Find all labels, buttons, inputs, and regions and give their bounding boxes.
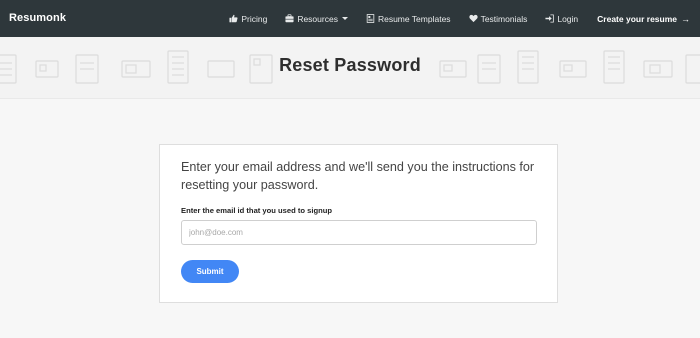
nav-item-resume-templates[interactable]: Resume Templates [366,14,451,24]
nav-item-login[interactable]: Login [545,14,578,24]
nav-item-testimonials[interactable]: Testimonials [468,13,528,24]
nav-menu: Pricing Resources Resume Templates Testi… [211,0,690,37]
nav-label-login: Login [557,13,579,24]
briefcase-icon [285,14,294,23]
email-field[interactable] [181,220,537,245]
caret-down-icon [341,17,348,20]
page-header-band: Reset Password [0,37,700,99]
page-title: Reset Password [279,55,421,75]
nav-label-pricing: Pricing [241,13,268,24]
create-resume-label: Create your resume [597,13,677,24]
thumbs-up-icon [229,14,238,23]
sign-in-icon [545,14,555,23]
top-navbar: Resumonk Pricing Resources Resume Templa… [0,0,700,37]
nav-item-resources[interactable]: Resources [285,14,348,24]
nav-label-resume-templates: Resume Templates [377,13,451,24]
arrow-right-icon: → [681,13,690,24]
heart-icon [468,14,478,23]
document-icon [366,14,375,23]
nav-item-pricing[interactable]: Pricing [229,14,267,24]
instructions-text: Enter your email address and we'll send … [181,160,535,192]
nav-label-testimonials: Testimonials [480,13,528,24]
submit-button[interactable]: Submit [181,260,239,283]
create-resume-button[interactable]: Create your resume → [597,14,690,24]
brand-logo[interactable]: Resumonk [9,0,66,37]
email-field-label: Enter the email id that you used to sign… [181,206,333,215]
nav-label-resources: Resources [297,13,338,24]
reset-password-card: Enter your email address and we'll send … [159,144,558,303]
